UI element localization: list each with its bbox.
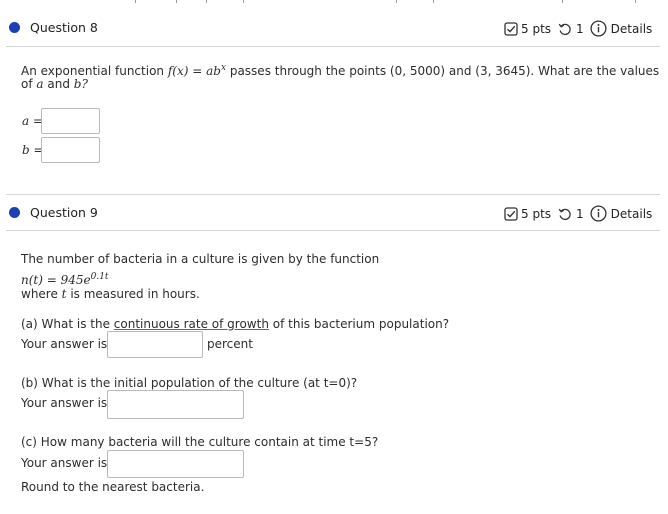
continuous-rate-link[interactable]: continuous rate of growth (114, 317, 269, 331)
part-b-input[interactable] (107, 390, 244, 419)
b-input[interactable] (41, 137, 100, 163)
details-link[interactable]: Details (611, 22, 653, 36)
exponential-formula: f(x) = abx (167, 63, 227, 78)
question-meta: 5 pts 1 Details (504, 205, 652, 222)
question-title: Question 9 (30, 205, 98, 220)
question-9-rule (6, 230, 660, 231)
question-separator (6, 194, 660, 195)
answer-label: Your answer is (21, 456, 108, 470)
a-input[interactable] (41, 108, 100, 134)
question-status-dot (9, 22, 20, 33)
retries-count: 1 (576, 21, 584, 36)
points-label: 5 pts (521, 21, 552, 36)
a-label: a = (22, 114, 44, 128)
question-meta: 5 pts 1 Details (504, 20, 652, 37)
points-label: 5 pts (521, 206, 552, 221)
retries-count: 1 (576, 206, 584, 221)
question-8-prompt-line-2: of a and b? (21, 77, 88, 91)
question-status-dot (9, 207, 20, 218)
question-8-header: Question 8 5 pts 1 Details (0, 11, 668, 45)
question-8-rule (6, 46, 660, 47)
details-link[interactable]: Details (611, 207, 653, 221)
question-title: Question 8 (30, 20, 98, 35)
round-note: Round to the nearest bacteria. (21, 480, 205, 494)
answer-label: Your answer is (21, 396, 108, 410)
answer-label: Your answer is (21, 337, 108, 351)
top-edge-strip (0, 0, 668, 4)
info-icon[interactable] (590, 20, 607, 37)
retry-icon[interactable] (558, 22, 572, 36)
retry-icon[interactable] (558, 207, 572, 221)
question-9-where: where t is measured in hours. (21, 287, 200, 301)
part-a-input[interactable] (107, 331, 203, 358)
part-b-question: (b) What is the initial population of th… (21, 376, 358, 390)
part-c-input[interactable] (107, 450, 244, 478)
question-9-intro: The number of bacteria in a culture is g… (21, 252, 380, 266)
question-8-prompt-line-1: An exponential function f(x) = abx passe… (21, 63, 660, 78)
question-9-header: Question 9 5 pts 1 Details (0, 197, 668, 231)
info-icon[interactable] (590, 205, 607, 222)
percent-unit: percent (207, 337, 253, 351)
checkbox-pts-icon (504, 21, 518, 36)
part-a-question: (a) What is the continuous rate of growt… (21, 317, 450, 331)
checkbox-pts-icon (504, 206, 518, 221)
part-c-question: (c) How many bacteria will the culture c… (21, 435, 379, 449)
